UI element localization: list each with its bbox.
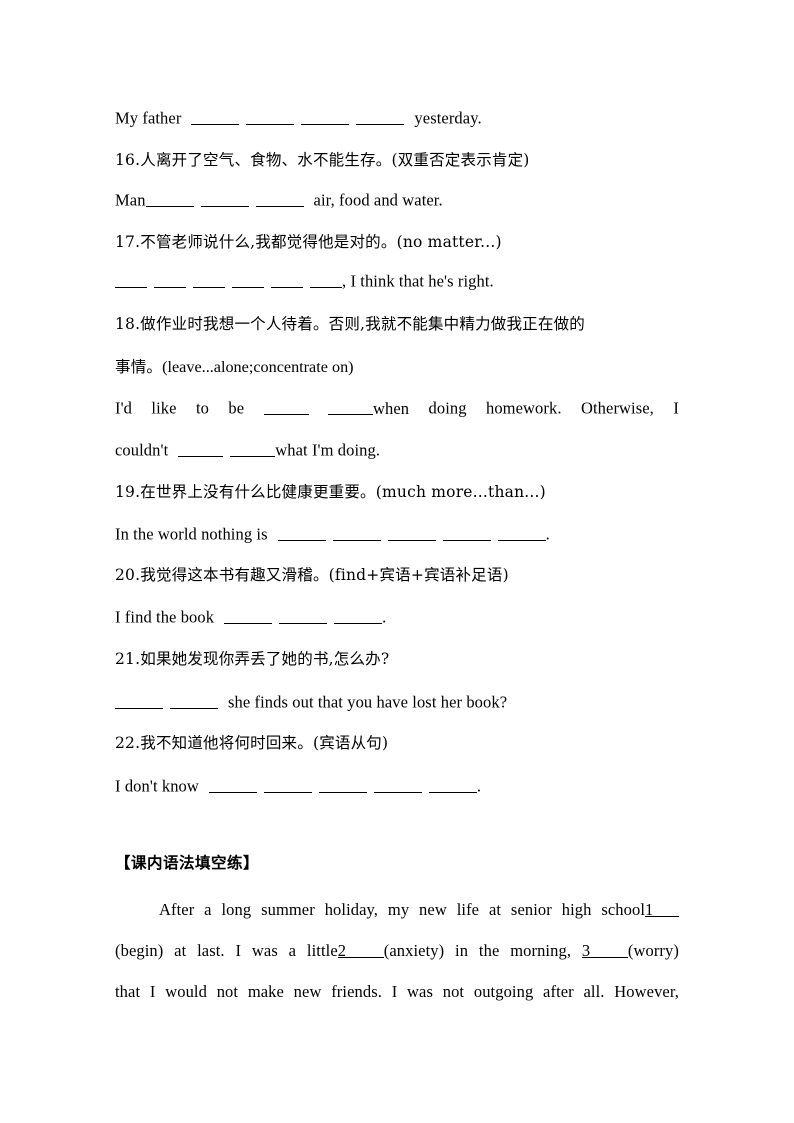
cloze-blank-3[interactable]: 3 bbox=[581, 941, 628, 960]
answer-line-20-period: . bbox=[382, 607, 387, 627]
blank-field[interactable] bbox=[191, 108, 240, 125]
answer-line-17-suffix: , I think that he's right. bbox=[342, 271, 494, 291]
question-20-prompt: 20.我觉得这本书有趣又滑稽。(find+宾语+宾语补足语) bbox=[115, 566, 509, 584]
answer-line-20-prefix: I find the book bbox=[115, 607, 215, 627]
blank-field[interactable] bbox=[246, 108, 295, 125]
answer-line-18b-suffix: what I'm doing. bbox=[275, 440, 381, 460]
blank-field[interactable] bbox=[232, 271, 264, 288]
answer-line-16-suffix: air, food and water. bbox=[313, 190, 443, 210]
answer-18-word: homework. bbox=[485, 398, 562, 418]
blank-field[interactable] bbox=[178, 440, 224, 457]
cloze-text: (worry) bbox=[627, 941, 679, 960]
blank-field[interactable] bbox=[301, 108, 350, 125]
answer-line-18b: couldn't what I'm doing. bbox=[115, 440, 679, 461]
answer-line-15-suffix: yesterday. bbox=[414, 108, 482, 128]
blank-field[interactable] bbox=[271, 271, 303, 288]
answer-line-15: My father yesterday. bbox=[115, 108, 679, 129]
blank-field[interactable] bbox=[356, 108, 405, 125]
cloze-text: After a long summer holiday, my new life… bbox=[159, 900, 645, 919]
blank-field[interactable] bbox=[279, 607, 328, 624]
blank-field[interactable] bbox=[224, 607, 273, 624]
answer-line-16-prefix: Man bbox=[115, 190, 146, 210]
cloze-paragraph-line2: (begin) at last. I was a little2 (anxiety… bbox=[115, 941, 679, 961]
blank-field[interactable] bbox=[387, 524, 436, 541]
blank-field[interactable] bbox=[442, 524, 491, 541]
cloze-text: (begin) at last. I was a little bbox=[115, 941, 338, 960]
blank-field[interactable] bbox=[193, 271, 225, 288]
blank-field[interactable] bbox=[310, 271, 342, 288]
answer-18-word: be bbox=[228, 398, 245, 418]
cloze-paragraph-line3: that I would not make new friends. I was… bbox=[115, 982, 679, 1001]
question-18-prompt-tail: 事情。 bbox=[115, 358, 163, 376]
answer-18-word: when bbox=[372, 398, 410, 418]
blank-field[interactable] bbox=[318, 776, 367, 793]
answer-18-word: doing bbox=[428, 398, 467, 418]
cloze-paragraph-line1: After a long summer holiday, my new life… bbox=[115, 900, 679, 920]
blank-field[interactable] bbox=[200, 190, 249, 207]
answer-line-19-prefix: In the world nothing is bbox=[115, 524, 268, 544]
answer-line-15-prefix: My father bbox=[115, 108, 182, 128]
blank-field[interactable] bbox=[497, 524, 546, 541]
answer-line-19-period: . bbox=[545, 524, 550, 544]
blank-field[interactable] bbox=[327, 398, 373, 415]
answer-18-word: like bbox=[151, 398, 177, 418]
blank-field[interactable] bbox=[263, 398, 309, 415]
blank-field[interactable] bbox=[428, 776, 477, 793]
blank-field[interactable] bbox=[373, 776, 422, 793]
blank-field[interactable] bbox=[115, 692, 163, 709]
blank-field[interactable] bbox=[334, 607, 383, 624]
question-21-prompt: 21.如果她发现你弄丢了她的书,怎么办? bbox=[115, 650, 390, 668]
answer-line-16: Man air, food and water. bbox=[115, 190, 679, 211]
cloze-blank-2[interactable]: 2 bbox=[337, 941, 384, 960]
answer-line-22-prefix: I don't know bbox=[115, 776, 199, 796]
blank-field[interactable] bbox=[145, 190, 194, 207]
question-17-prompt: 17.不管老师说什么,我都觉得他是对的。(no matter...) bbox=[115, 233, 502, 251]
worksheet-page: My father yesterday. 16.人离开了空气、食物、水不能生存。(… bbox=[115, 0, 679, 1123]
answer-line-18a: I'd like to be when doing homework. Othe… bbox=[115, 398, 679, 419]
answer-18-word: Otherwise, bbox=[580, 398, 654, 418]
question-18-prompt-line2: 事情。(leave...alone;concentrate on) bbox=[115, 357, 679, 377]
blank-field[interactable] bbox=[154, 271, 186, 288]
question-18-hint: (leave...alone;concentrate on) bbox=[162, 358, 354, 376]
blank-field[interactable] bbox=[332, 524, 381, 541]
question-18-prompt-line1: 18.做作业时我想一个人待着。否则,我就不能集中精力做我正在做的 bbox=[115, 315, 585, 333]
blank-field[interactable] bbox=[263, 776, 312, 793]
answer-line-21: she finds out that you have lost her boo… bbox=[115, 692, 679, 713]
section-header: 【课内语法填空练】 bbox=[115, 853, 260, 872]
blank-field[interactable] bbox=[115, 271, 147, 288]
answer-line-21-suffix: she finds out that you have lost her boo… bbox=[228, 692, 508, 712]
answer-line-22-period: . bbox=[476, 776, 482, 796]
answer-line-18b-prefix: couldn't bbox=[115, 440, 169, 460]
blank-field[interactable] bbox=[255, 190, 304, 207]
answer-line-19: In the world nothing is. bbox=[115, 524, 679, 545]
blank-field[interactable] bbox=[230, 440, 276, 457]
answer-line-22: I don't know. bbox=[115, 776, 679, 797]
question-16-prompt: 16.人离开了空气、食物、水不能生存。(双重否定表示肯定) bbox=[115, 151, 530, 169]
answer-18-word: I'd bbox=[115, 398, 133, 418]
cloze-text: (anxiety) in the morning, bbox=[383, 941, 572, 960]
blank-field[interactable] bbox=[170, 692, 218, 709]
question-19-prompt: 19.在世界上没有什么比健康更重要。(much more...than...) bbox=[115, 483, 546, 501]
question-22-prompt: 22.我不知道他将何时回来。(宾语从句) bbox=[115, 734, 389, 752]
blank-field[interactable] bbox=[208, 776, 257, 793]
answer-18-word: I bbox=[673, 398, 679, 418]
answer-line-17: , I think that he's right. bbox=[115, 271, 679, 292]
answer-18-word: to bbox=[195, 398, 210, 418]
answer-line-20: I find the book. bbox=[115, 607, 679, 628]
cloze-blank-1[interactable]: 1 bbox=[645, 900, 679, 919]
blank-field[interactable] bbox=[277, 524, 326, 541]
